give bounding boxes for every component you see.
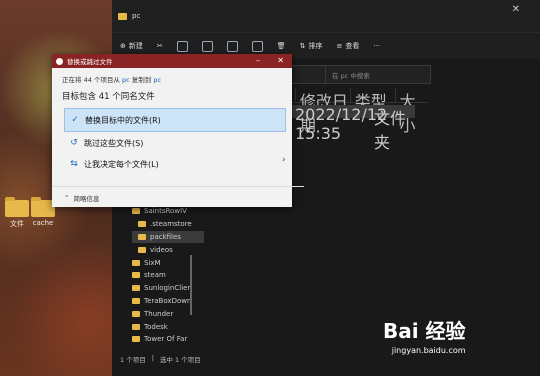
dialog-subtitle: 正在将 44 个项目从 pc 复制到 pc	[62, 76, 162, 84]
dest-link[interactable]: pc	[153, 76, 161, 84]
navigation-pane: SaintsRowIV .steamstore packfiles videos…	[132, 205, 204, 346]
skip-icon: ↺	[70, 138, 78, 148]
folder-icon	[138, 233, 146, 240]
compare-icon: ⇆	[70, 159, 78, 169]
nav-item[interactable]: .steamstore	[132, 218, 204, 231]
copy-icon	[176, 40, 188, 52]
nav-item[interactable]: videos	[132, 243, 204, 256]
folder-icon	[132, 336, 140, 343]
folder-icon	[132, 272, 140, 279]
nav-scrollbar[interactable]	[190, 255, 192, 315]
explorer-titlebar: pc ✕	[112, 0, 540, 32]
minimize-icon[interactable]: –	[256, 56, 260, 65]
folder-icon	[118, 12, 127, 20]
cut-icon: ✂	[156, 42, 163, 50]
nav-item[interactable]: Todesk	[132, 320, 204, 333]
paste-button[interactable]	[201, 40, 213, 52]
view-icon: ≡	[336, 42, 343, 50]
nav-item[interactable]: steam	[132, 269, 204, 282]
source-link[interactable]: pc	[122, 76, 130, 84]
copy-button[interactable]	[176, 40, 188, 52]
view-button[interactable]: ≡ 查看	[337, 41, 360, 51]
window-title: pc	[132, 12, 141, 20]
more-button[interactable]: ···	[373, 42, 380, 50]
sort-button[interactable]: ⇅ 排序	[300, 41, 323, 51]
file-type: 文件夹	[370, 105, 415, 152]
nav-item[interactable]: SunloginClien	[132, 282, 204, 295]
folder-icon	[132, 310, 140, 317]
desktop-icon-label: cache	[32, 219, 54, 227]
nav-item[interactable]: TeraBoxDown	[132, 295, 204, 308]
column-header-type[interactable]: 类型	[351, 88, 396, 111]
less-details-toggle: 简略信息	[73, 194, 100, 203]
dialog-footer[interactable]: ⌃ 简略信息	[52, 186, 304, 208]
folder-icon	[132, 297, 140, 304]
brand-logo: Bai 经验	[383, 319, 466, 343]
plus-icon: ⊕	[120, 42, 126, 50]
folder-icon	[138, 221, 146, 228]
sort-icon: ⇅	[299, 42, 306, 50]
trash-icon: 🗑	[276, 42, 286, 50]
brand-url: jingyan.baidu.com	[391, 346, 466, 355]
folder-icon	[132, 259, 140, 266]
status-bar: 1 个项目 | 选中 1 个项目	[120, 354, 201, 364]
share-button[interactable]	[251, 40, 263, 52]
close-icon[interactable]: ✕	[512, 4, 520, 15]
rename-icon	[226, 40, 238, 52]
file-date: 2022/12/12 15:35	[294, 105, 388, 143]
dialog-heading: 目标包含 41 个同名文件	[62, 92, 155, 102]
close-icon[interactable]: ✕	[277, 56, 284, 65]
skip-files-option[interactable]: ↺ 跳过这些文件(S)	[64, 132, 284, 154]
paste-icon	[201, 40, 213, 52]
folder-icon	[138, 246, 146, 253]
share-icon	[251, 40, 263, 52]
rename-button[interactable]	[226, 40, 238, 52]
chevron-right-icon[interactable]: ›	[282, 155, 286, 165]
dialog-title: 替换或跳过文件	[67, 58, 113, 66]
nav-item[interactable]: Tower Of Far	[132, 333, 204, 346]
delete-button[interactable]: 🗑	[277, 42, 286, 50]
check-icon: ✓	[71, 115, 79, 125]
new-button[interactable]: ⊕ 新建	[120, 41, 143, 51]
folder-icon	[132, 323, 140, 330]
watermark: Bai 经验 jingyan.baidu.com	[383, 315, 466, 355]
replace-or-skip-dialog: 替换或跳过文件 – ✕ 正在将 44 个项目从 pc 复制到 pc 目标包含 4…	[52, 54, 304, 207]
column-header-size[interactable]: 大小	[396, 88, 428, 135]
app-icon	[56, 57, 63, 65]
chevron-up-icon: ⌃	[64, 193, 70, 202]
decide-each-option[interactable]: ⇆ 让我决定每个文件(L)	[64, 153, 284, 175]
column-header-date[interactable]: 修改日期	[296, 88, 351, 135]
replace-files-option[interactable]: ✓ 替换目标中的文件(R)	[64, 108, 286, 132]
folder-icon	[132, 285, 140, 292]
search-input[interactable]: 在 pc 中搜索	[325, 65, 431, 84]
nav-item[interactable]: SixM	[132, 256, 204, 269]
nav-item[interactable]: Thunder	[132, 307, 204, 320]
cut-button[interactable]: ✂	[157, 42, 163, 50]
folder-icon	[132, 208, 140, 215]
nav-item-selected[interactable]: packfiles	[132, 230, 204, 244]
dialog-titlebar: 替换或跳过文件 – ✕	[52, 54, 292, 68]
